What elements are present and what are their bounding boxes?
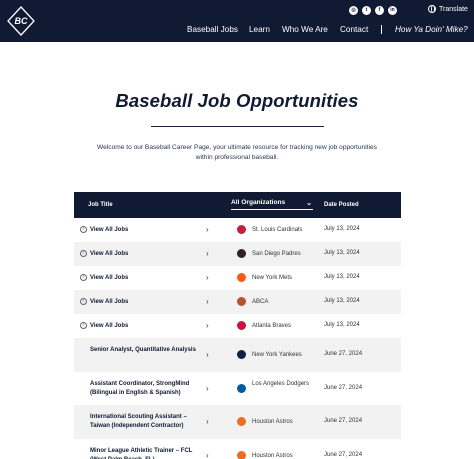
date-posted: June 27, 2024 bbox=[324, 351, 363, 357]
team-logo-icon bbox=[237, 249, 246, 258]
nav-learn[interactable]: Learn bbox=[249, 24, 270, 36]
organization-name: Houston Astros bbox=[252, 453, 293, 459]
organization-filter-value: All Organizations bbox=[231, 199, 286, 206]
translate-label: Translate bbox=[439, 5, 468, 13]
job-title-link[interactable]: Assistant Coordinator, StrongMind (Bilin… bbox=[90, 380, 205, 398]
social-links: ◎ t f in bbox=[349, 6, 397, 15]
organization-name: St. Louis Cardinals bbox=[252, 227, 303, 233]
top-navigation-bar: BC ◎ t f in Translate Baseball Jobs Lear… bbox=[0, 0, 474, 42]
chevron-right-icon[interactable]: › bbox=[206, 350, 209, 359]
organization-name: ABCA bbox=[252, 299, 269, 305]
organization-name: Los Angeles Dodgers bbox=[252, 381, 310, 387]
chevron-down-icon: ⌄ bbox=[306, 200, 312, 207]
date-posted: July 13, 2024 bbox=[324, 226, 360, 232]
team-logo-icon bbox=[237, 417, 246, 426]
organization-filter-select[interactable]: All Organizations ⌄ bbox=[231, 199, 313, 210]
nav-how-ya-doin-mike[interactable]: How Ya Doin' Mike? bbox=[395, 24, 468, 36]
date-posted: June 27, 2024 bbox=[324, 452, 363, 458]
header-date-posted: Date Posted bbox=[324, 202, 359, 208]
table-row[interactable]: i View All Jobs › New York Mets July 13, 202… bbox=[74, 266, 401, 290]
table-row[interactable]: i View All Jobs › ABCA July 13, 2024 bbox=[74, 290, 401, 314]
table-row[interactable]: International Scouting Assistant – Taiwa… bbox=[74, 405, 401, 439]
info-icon[interactable]: i bbox=[80, 298, 87, 305]
table-header: Job Title All Organizations ⌄ Date Poste… bbox=[74, 192, 401, 218]
chevron-right-icon[interactable]: › bbox=[206, 321, 209, 330]
jobs-table: Job Title All Organizations ⌄ Date Poste… bbox=[74, 192, 401, 459]
team-logo-icon bbox=[237, 384, 246, 393]
job-title-link[interactable]: Senior Analyst, Quantitative Analysis bbox=[90, 346, 205, 355]
team-logo-icon bbox=[237, 273, 246, 282]
globe-icon bbox=[428, 5, 436, 13]
chevron-right-icon[interactable]: › bbox=[206, 417, 209, 426]
nav-divider bbox=[381, 25, 382, 34]
chevron-right-icon[interactable]: › bbox=[206, 297, 209, 306]
table-body: i View All Jobs › St. Louis Cardinals July 1… bbox=[74, 218, 401, 459]
team-logo-icon bbox=[237, 225, 246, 234]
team-logo-icon bbox=[237, 350, 246, 359]
date-posted: July 13, 2024 bbox=[324, 250, 360, 256]
job-title-link[interactable]: View All Jobs bbox=[90, 250, 205, 259]
info-icon[interactable]: i bbox=[80, 226, 87, 233]
date-posted: July 13, 2024 bbox=[324, 298, 360, 304]
info-icon[interactable]: i bbox=[80, 274, 87, 281]
header-job-title: Job Title bbox=[88, 202, 113, 208]
table-row[interactable]: i View All Jobs › St. Louis Cardinals July 1… bbox=[74, 218, 401, 242]
job-title-link[interactable]: View All Jobs bbox=[90, 322, 205, 331]
table-row[interactable]: i View All Jobs › San Diego Padres July 13, … bbox=[74, 242, 401, 266]
nav-who-we-are[interactable]: Who We Are bbox=[282, 24, 328, 36]
chevron-right-icon[interactable]: › bbox=[206, 384, 209, 393]
main-nav: Baseball Jobs Learn Who We Are Contact H… bbox=[0, 24, 474, 36]
job-title-link[interactable]: International Scouting Assistant – Taiwa… bbox=[90, 413, 205, 431]
title-divider bbox=[151, 126, 324, 127]
chevron-right-icon[interactable]: › bbox=[206, 249, 209, 258]
table-row[interactable]: i View All Jobs › Atlanta Braves July 13, 20… bbox=[74, 314, 401, 338]
date-posted: June 27, 2024 bbox=[324, 418, 363, 424]
date-posted: June 27, 2024 bbox=[324, 385, 363, 391]
nav-baseball-jobs[interactable]: Baseball Jobs bbox=[187, 24, 238, 36]
nav-contact[interactable]: Contact bbox=[340, 24, 368, 36]
page-title: Baseball Job Opportunities bbox=[115, 90, 359, 111]
facebook-icon[interactable]: f bbox=[375, 6, 384, 15]
job-title-link[interactable]: View All Jobs bbox=[90, 226, 205, 235]
date-posted: July 13, 2024 bbox=[324, 274, 360, 280]
job-title-link[interactable]: View All Jobs bbox=[90, 298, 205, 307]
job-title-link[interactable]: Minor League Athletic Trainer – FCL (Wes… bbox=[90, 447, 205, 459]
instagram-icon[interactable]: ◎ bbox=[349, 6, 358, 15]
team-logo-icon bbox=[237, 297, 246, 306]
linkedin-icon[interactable]: in bbox=[388, 6, 397, 15]
job-title-link[interactable]: View All Jobs bbox=[90, 274, 205, 283]
team-logo-icon bbox=[237, 451, 246, 459]
info-icon[interactable]: i bbox=[80, 322, 87, 329]
organization-name: New York Yankees bbox=[252, 352, 302, 358]
organization-name: Atlanta Braves bbox=[252, 323, 292, 329]
team-logo-icon bbox=[237, 321, 246, 330]
table-row[interactable]: Minor League Athletic Trainer – FCL (Wes… bbox=[74, 439, 401, 459]
chevron-right-icon[interactable]: › bbox=[206, 225, 209, 234]
twitter-icon[interactable]: t bbox=[362, 6, 371, 15]
organization-name: Houston Astros bbox=[252, 419, 293, 425]
table-row[interactable]: Assistant Coordinator, StrongMind (Bilin… bbox=[74, 372, 401, 405]
date-posted: July 13, 2024 bbox=[324, 322, 360, 328]
organization-name: New York Mets bbox=[252, 275, 293, 281]
intro-text: Welcome to our Baseball Career Page, you… bbox=[97, 144, 377, 161]
chevron-right-icon[interactable]: › bbox=[206, 273, 209, 282]
info-icon[interactable]: i bbox=[80, 250, 87, 257]
translate-button[interactable]: Translate bbox=[428, 5, 468, 13]
table-row[interactable]: Senior Analyst, Quantitative Analysis › Ne… bbox=[74, 338, 401, 372]
organization-name: San Diego Padres bbox=[252, 251, 301, 257]
chevron-right-icon[interactable]: › bbox=[206, 451, 209, 459]
